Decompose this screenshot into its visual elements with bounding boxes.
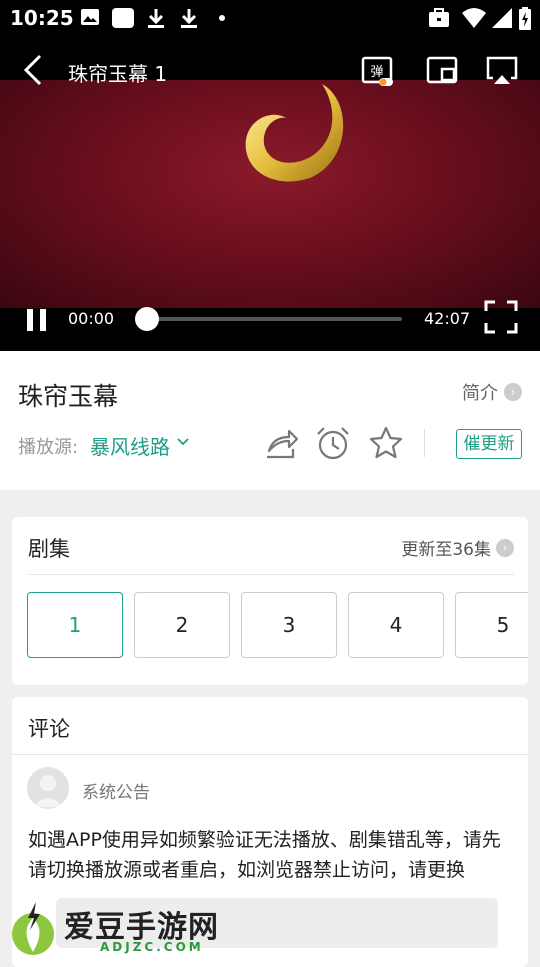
comment-author: 系统公告 [82,783,150,803]
user-avatar-icon [33,775,63,807]
intro-link[interactable]: 简介 › [462,379,522,405]
seek-handle[interactable] [135,307,159,331]
urge-update-button[interactable]: 催更新 [456,429,522,459]
episodes-update-status: 更新至36集 [401,540,491,560]
show-title: 珠帘玉幕 [18,382,119,411]
seek-bar[interactable] [146,317,402,321]
download-icon-2 [179,7,199,35]
status-bar: 10:25 [0,0,540,36]
site-watermark: 爱豆手游网 ADJZC.COM [0,896,540,960]
episodes-update-link[interactable]: 更新至36集 › [401,535,514,560]
avatar [27,767,69,809]
comments-title: 评论 [28,717,70,741]
chevron-down-icon[interactable] [176,435,190,449]
chevron-right-icon: › [504,383,522,401]
svg-text:弹: 弹 [370,65,383,80]
app-icon [111,7,135,35]
show-info-panel: 珠帘玉幕 简介 › 播放源: 暴风线路 催更新 [0,351,540,490]
video-frame[interactable] [0,80,540,308]
picture-in-picture-icon[interactable] [425,54,459,88]
back-arrow-icon[interactable] [20,52,50,88]
comment-text: 如遇APP使用异如频繁验证无法播放、剧集错乱等，请先请切换播放源或者重启，如浏览… [28,829,501,881]
intro-label: 简介 [462,383,498,404]
favorite-star-icon[interactable] [368,425,404,461]
gallery-icon [80,7,100,33]
chevron-right-icon: › [496,538,514,557]
source-label: 播放源: [18,437,79,458]
episode-button[interactable]: 1 [27,592,123,658]
download-icon [146,7,166,35]
source-selector[interactable]: 暴风线路 [90,431,170,460]
battery-icon [518,7,532,37]
video-title: 珠帘玉幕 1 [68,62,168,86]
divider [28,574,514,575]
fullscreen-icon[interactable] [484,300,518,334]
watermark-domain: ADJZC.COM [100,940,204,954]
total-time: 42:07 [424,309,471,328]
signal-icon [491,7,513,35]
episode-button[interactable]: 3 [241,592,337,658]
episodes-card: 剧集 更新至36集 › 1 2 3 4 5 [12,517,528,685]
video-player[interactable]: 珠帘玉幕 1 弹 00:00 42:07 [0,36,540,351]
pause-icon[interactable] [24,306,50,334]
current-time: 00:00 [68,309,115,328]
divider [424,429,425,457]
danmaku-toggle-icon[interactable]: 弹 [361,54,395,88]
wifi-icon [461,7,487,35]
alarm-clock-icon[interactable] [315,425,351,461]
status-time: 10:25 [10,6,74,30]
episode-button[interactable]: 2 [134,592,230,658]
episode-button[interactable]: 4 [348,592,444,658]
episode-list: 1 2 3 4 5 [27,592,528,658]
work-profile-icon [428,7,450,35]
divider [12,754,528,755]
watermark-logo-icon [12,902,54,955]
share-icon[interactable] [263,425,299,461]
cast-screen-icon[interactable] [485,54,519,88]
player-top-bar: 珠帘玉幕 1 弹 [0,36,540,106]
player-control-bar: 00:00 42:07 [0,298,540,348]
notification-dot-icon [217,7,227,35]
episode-button[interactable]: 5 [455,592,528,658]
episodes-title: 剧集 [28,537,70,561]
